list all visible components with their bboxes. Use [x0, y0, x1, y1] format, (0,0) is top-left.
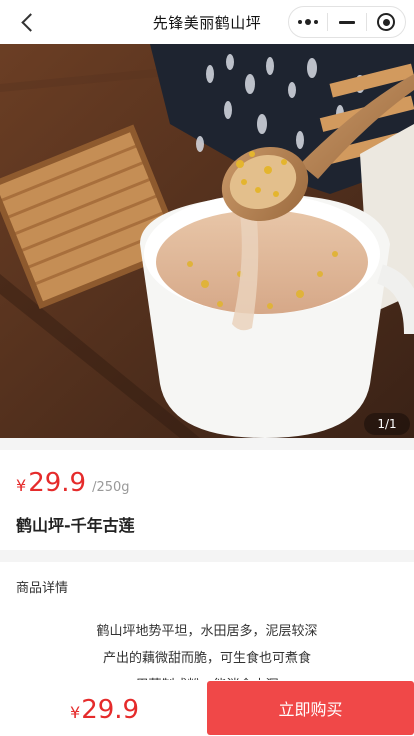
product-price: 29.9	[28, 468, 87, 498]
detail-heading: 商品详情	[16, 581, 69, 596]
product-info: ¥ 29.9 /250g 鹤山坪-千年古莲	[0, 450, 414, 550]
minus-icon	[339, 20, 355, 24]
more-menu-button[interactable]	[289, 7, 327, 37]
price-row: ¥ 29.9 /250g	[16, 468, 130, 498]
carousel-indicator: 1/1	[364, 413, 410, 435]
section-divider	[0, 438, 414, 450]
close-program-button[interactable]	[367, 7, 405, 37]
product-page: 先锋美丽鹤山坪 1/1 ¥ 29.9 /250g 鹤山坪-千年古莲 商品详情 鹤…	[0, 0, 414, 736]
price-unit: /250g	[92, 480, 130, 495]
product-photo	[0, 44, 414, 438]
section-divider	[0, 550, 414, 562]
detail-line: 鹤山坪地势平坦，水田居多，泥层较深	[96, 624, 318, 639]
bottom-currency-symbol: ¥	[70, 703, 81, 722]
mini-program-capsule	[288, 6, 406, 38]
buy-now-button[interactable]: 立即购买	[207, 681, 414, 735]
minimize-button[interactable]	[328, 7, 366, 37]
product-name: 鹤山坪-千年古莲	[16, 516, 135, 535]
more-dots-icon	[298, 19, 318, 25]
bottom-price-value: 29.9	[81, 695, 140, 725]
detail-line: 产出的藕微甜而脆，可生食也可煮食	[102, 651, 311, 666]
top-nav-bar: 先锋美丽鹤山坪	[0, 0, 414, 44]
target-circle-icon	[377, 13, 395, 31]
bottom-price: ¥ 29.9	[70, 695, 139, 725]
product-image-carousel[interactable]: 1/1	[0, 44, 414, 438]
bottom-action-bar: ¥ 29.9 立即购买	[0, 680, 414, 736]
currency-symbol: ¥	[16, 476, 27, 495]
